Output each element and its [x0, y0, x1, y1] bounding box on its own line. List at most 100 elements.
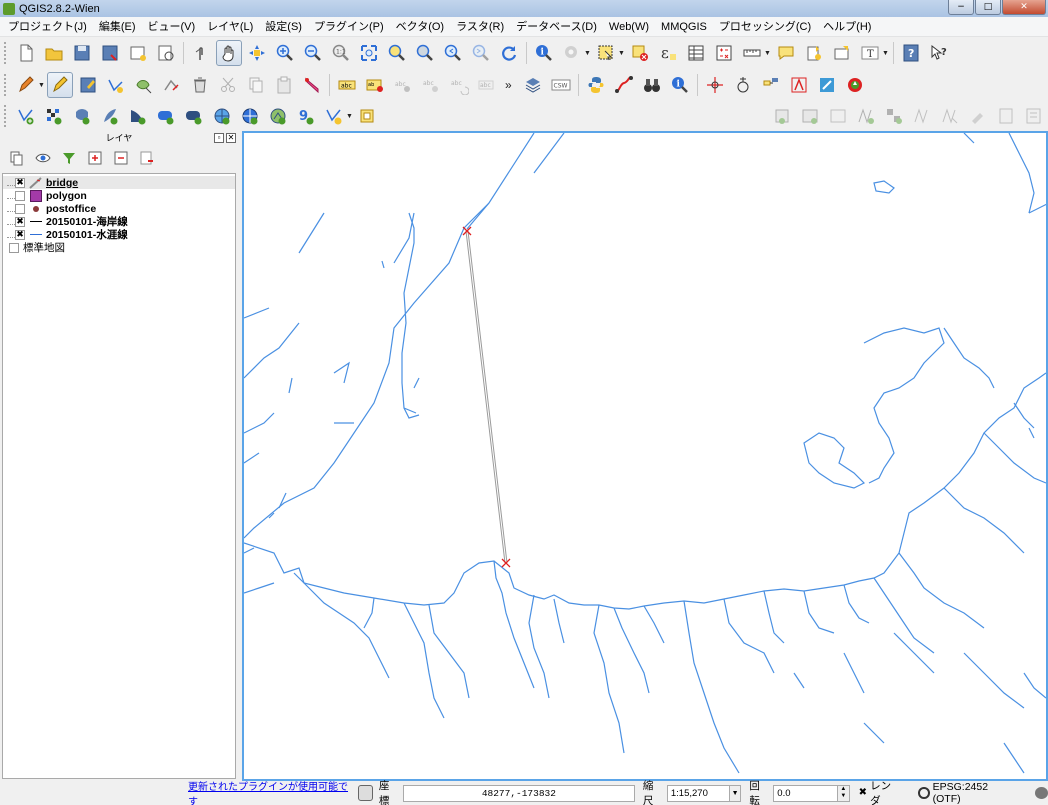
delete-ring-icon[interactable]	[909, 103, 935, 129]
menu-database[interactable]: データベース(D)	[510, 17, 603, 37]
road-graph-icon[interactable]	[758, 72, 784, 98]
save-as-icon[interactable]	[97, 40, 123, 66]
crs-globe-icon[interactable]	[918, 787, 930, 799]
zoom-to-layer-icon[interactable]	[412, 40, 438, 66]
label-show-hide-icon[interactable]: abc	[390, 72, 416, 98]
collapse-tree-icon[interactable]	[110, 148, 132, 168]
label-change-icon[interactable]: abc	[474, 72, 500, 98]
coordinate-field[interactable]: 48277,-173832	[402, 784, 635, 802]
menu-layer[interactable]: レイヤ(L)	[201, 17, 259, 37]
save-project-icon[interactable]	[69, 40, 95, 66]
dropdown-arrow-icon[interactable]: ▼	[584, 50, 592, 57]
cut-features-icon[interactable]	[215, 72, 241, 98]
group-visibility-checkbox[interactable]	[9, 242, 19, 253]
close-button[interactable]: ✕	[1002, 0, 1046, 15]
add-mssql-layer-icon[interactable]	[125, 103, 151, 129]
visibility-eye-icon[interactable]	[32, 148, 54, 168]
menu-project[interactable]: プロジェクト(J)	[2, 17, 93, 37]
float-panel-button[interactable]: ▫	[214, 133, 224, 143]
spatial-query-icon[interactable]	[611, 72, 637, 98]
layer-visibility-checkbox[interactable]: ✖	[15, 177, 25, 188]
filter-legend-icon[interactable]	[58, 148, 80, 168]
toolbar-overflow-icon[interactable]: »	[505, 78, 519, 92]
refresh-icon[interactable]	[496, 40, 522, 66]
toggle-coordinate-icon[interactable]	[357, 785, 373, 801]
close-panel-button[interactable]: ✕	[226, 133, 236, 143]
map-drawing[interactable]	[244, 133, 1046, 779]
add-part-icon[interactable]	[881, 103, 907, 129]
add-postgis-layer-icon[interactable]	[69, 103, 95, 129]
show-bookmarks-icon[interactable]	[829, 40, 855, 66]
digitize-reshape-icon[interactable]	[825, 103, 851, 129]
toolbar-grip[interactable]	[4, 105, 8, 127]
label-rotate-icon[interactable]: abc	[446, 72, 472, 98]
text-annotation-icon[interactable]: T	[857, 40, 883, 66]
scale-dropdown-arrow-icon[interactable]: ▼	[729, 784, 742, 802]
remove-layer-icon[interactable]	[136, 148, 158, 168]
layer-item-waterline[interactable]: ✖ 20150101-水涯線	[3, 228, 235, 241]
menu-raster[interactable]: ラスタ(R)	[450, 17, 510, 37]
menu-web[interactable]: Web(W)	[603, 17, 655, 37]
add-line-feature-icon[interactable]	[103, 72, 129, 98]
copy-features-icon[interactable]	[243, 72, 269, 98]
paste-features-icon[interactable]	[271, 72, 297, 98]
measure-line-icon[interactable]	[739, 40, 765, 66]
menu-vector[interactable]: ベクタ(O)	[390, 17, 450, 37]
menu-mmqgis[interactable]: MMQGIS	[655, 17, 713, 37]
undo-icon[interactable]	[299, 72, 325, 98]
layer-visibility-checkbox[interactable]	[15, 190, 25, 201]
digitize-split-icon[interactable]	[769, 103, 795, 129]
new-print-composer-icon[interactable]	[125, 40, 151, 66]
add-wcs-layer-icon[interactable]	[237, 103, 263, 129]
touch-zoom-pan-icon[interactable]	[188, 40, 214, 66]
info-search-icon[interactable]: i	[667, 72, 693, 98]
zoom-out-icon[interactable]	[300, 40, 326, 66]
deselect-all-icon[interactable]	[627, 40, 653, 66]
pan-map-icon[interactable]	[216, 40, 242, 66]
toolbar-grip[interactable]	[4, 74, 8, 96]
expand-all-icon[interactable]	[6, 148, 28, 168]
dropdown-arrow-icon[interactable]: ▼	[764, 50, 772, 57]
add-raster-layer-icon[interactable]	[41, 103, 67, 129]
python-console-icon[interactable]	[583, 72, 609, 98]
action-icon[interactable]	[559, 40, 585, 66]
coordinate-capture-icon[interactable]	[702, 72, 728, 98]
zoom-full-icon[interactable]	[356, 40, 382, 66]
label-move-icon[interactable]: abc	[418, 72, 444, 98]
new-project-icon[interactable]	[13, 40, 39, 66]
layer-labeling-icon[interactable]: abc	[334, 72, 360, 98]
layer-item-bridge[interactable]: ✖ bridge	[3, 176, 235, 189]
expression-select-icon[interactable]: ε	[655, 40, 681, 66]
geoprocessing-icon[interactable]	[842, 72, 868, 98]
offset-curve-icon[interactable]	[1021, 103, 1047, 129]
metasearch-icon[interactable]	[520, 72, 546, 98]
dropdown-arrow-icon[interactable]: ▼	[882, 50, 890, 57]
composer-manager-icon[interactable]	[153, 40, 179, 66]
identify-features-icon[interactable]: i	[531, 40, 557, 66]
gps-tool-icon[interactable]	[730, 72, 756, 98]
crs-status[interactable]: EPSG:2452 (OTF)	[933, 781, 1015, 805]
menu-plugins[interactable]: プラグイン(P)	[308, 17, 390, 37]
digitize-merge-icon[interactable]	[797, 103, 823, 129]
node-tool-icon[interactable]	[159, 72, 185, 98]
binoculars-icon[interactable]	[639, 72, 665, 98]
dropdown-arrow-icon[interactable]: ▼	[618, 50, 626, 57]
zoom-to-selection-icon[interactable]	[384, 40, 410, 66]
attribute-table-icon[interactable]	[683, 40, 709, 66]
zoom-next-icon[interactable]	[468, 40, 494, 66]
add-ring-icon[interactable]	[853, 103, 879, 129]
add-wms-layer-icon[interactable]	[209, 103, 235, 129]
rotation-spin-arrows-icon[interactable]: ▲ ▼	[838, 784, 850, 802]
layer-visibility-checkbox[interactable]: ✖	[15, 216, 25, 227]
maximize-button[interactable]: □	[975, 0, 1001, 15]
minimize-button[interactable]: −	[948, 0, 974, 15]
add-virtual-layer-icon[interactable]	[355, 103, 381, 129]
rotation-spinbox[interactable]: 0.0	[773, 784, 839, 802]
layer-item-polygon[interactable]: polygon	[3, 189, 235, 202]
map-canvas[interactable]	[242, 131, 1048, 781]
zoom-native-resolution-icon[interactable]: 1:1	[328, 40, 354, 66]
move-feature-icon[interactable]	[131, 72, 157, 98]
dropdown-arrow-icon[interactable]: ▼	[38, 82, 46, 89]
csw-icon[interactable]: CSW	[548, 72, 574, 98]
whats-this-icon[interactable]: ?	[926, 40, 952, 66]
